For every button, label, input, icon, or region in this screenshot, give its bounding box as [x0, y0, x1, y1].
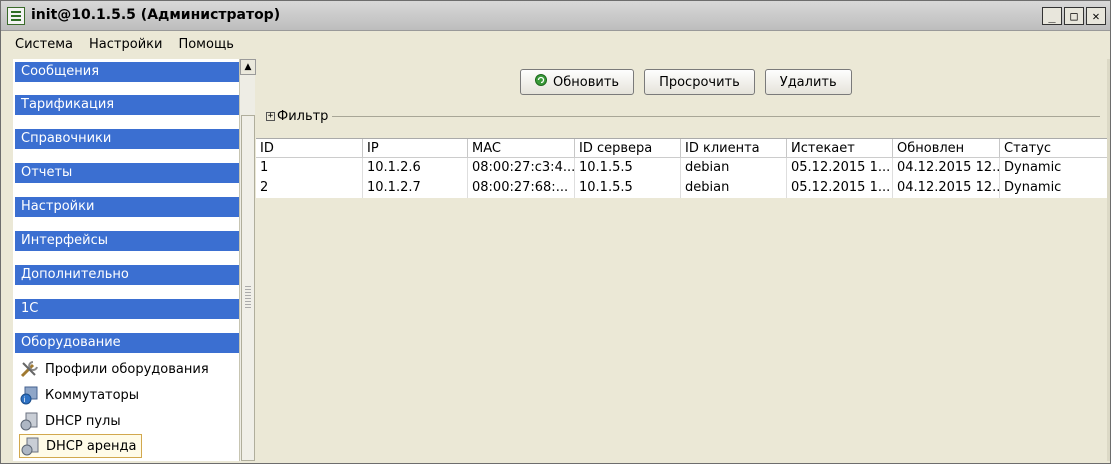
navigation-panel: Сообщения Тарификация Справочники Отчеты…: [13, 59, 239, 461]
cell-client-id: debian: [681, 158, 787, 178]
refresh-icon: [535, 74, 547, 90]
menu-bar: Система Настройки Помощь: [1, 32, 1110, 56]
filter-toggle[interactable]: + Фильтр: [266, 109, 328, 124]
expand-icon: +: [266, 111, 275, 121]
svg-text:i: i: [24, 396, 26, 404]
delete-label: Удалить: [779, 74, 837, 90]
section-1c[interactable]: 1С: [15, 299, 239, 319]
sidebar-item-dhcp-lease[interactable]: DHCP аренда: [19, 434, 142, 458]
navigation-scrollbar[interactable]: ▲: [239, 59, 256, 461]
toolbar: Обновить Просрочить Удалить: [520, 69, 852, 95]
refresh-label: Обновить: [553, 74, 620, 90]
section-additional[interactable]: Дополнительно: [15, 265, 239, 285]
column-header-ip[interactable]: IP: [363, 139, 468, 157]
sidebar-item-equipment-profiles[interactable]: Профили оборудования: [19, 357, 213, 381]
cell-client-id: debian: [681, 178, 787, 198]
section-interfaces[interactable]: Интерфейсы: [15, 231, 239, 251]
section-messages[interactable]: Сообщения: [15, 62, 239, 82]
cell-expires: 05.12.2015 1...: [787, 158, 893, 178]
main-content: Обновить Просрочить Удалить + Фильтр ID …: [256, 59, 1110, 461]
column-header-id[interactable]: ID: [256, 139, 363, 157]
cell-server-id: 10.1.5.5: [575, 158, 681, 178]
maximize-icon: □: [1070, 9, 1078, 23]
cell-status: Dynamic: [1000, 158, 1110, 178]
switch-icon: i: [19, 385, 41, 405]
close-button[interactable]: ✕: [1086, 7, 1106, 25]
lease-table: ID IP MAC ID сервера ID клиента Истекает…: [256, 138, 1110, 198]
cell-id: 2: [256, 178, 363, 198]
dhcp-pool-icon: [19, 411, 41, 431]
arrow-up-icon: ▲: [244, 62, 252, 72]
cell-mac: 08:00:27:68:...: [468, 178, 575, 198]
table-header: ID IP MAC ID сервера ID клиента Истекает…: [256, 138, 1110, 158]
close-icon: ✕: [1092, 9, 1100, 23]
delete-button[interactable]: Удалить: [764, 69, 852, 95]
cell-ip: 10.1.2.6: [363, 158, 468, 178]
tools-icon: [19, 359, 41, 379]
table-row[interactable]: 2 10.1.2.7 08:00:27:68:... 10.1.5.5 debi…: [256, 178, 1110, 198]
sidebar-item-label: DHCP аренда: [46, 438, 137, 454]
column-header-updated[interactable]: Обновлен: [893, 139, 1000, 157]
menu-help[interactable]: Помощь: [170, 37, 241, 52]
section-equipment[interactable]: Оборудование: [15, 333, 239, 353]
content-edge: [1107, 59, 1110, 461]
filter-label: Фильтр: [277, 109, 329, 124]
cell-mac: 08:00:27:c3:4...: [468, 158, 575, 178]
cell-ip: 10.1.2.7: [363, 178, 468, 198]
grip-icon: [245, 286, 251, 308]
filter-divider: [332, 116, 1100, 117]
sidebar-item-switches[interactable]: i Коммутаторы: [19, 383, 143, 407]
minimize-icon: _: [1048, 9, 1056, 23]
section-reports[interactable]: Отчеты: [15, 163, 239, 183]
section-references[interactable]: Справочники: [15, 129, 239, 149]
sidebar-item-label: Коммутаторы: [45, 387, 140, 403]
cell-updated: 04.12.2015 12...: [893, 158, 1000, 178]
section-settings[interactable]: Настройки: [15, 197, 239, 217]
column-header-client-id[interactable]: ID клиента: [681, 139, 787, 157]
sidebar-item-dhcp-pools[interactable]: DHCP пулы: [19, 409, 125, 433]
cell-expires: 05.12.2015 1...: [787, 178, 893, 198]
column-header-mac[interactable]: MAC: [468, 139, 575, 157]
cell-status: Dynamic: [1000, 178, 1110, 198]
table-row[interactable]: 1 10.1.2.6 08:00:27:c3:4... 10.1.5.5 deb…: [256, 158, 1110, 178]
expire-button[interactable]: Просрочить: [644, 69, 755, 95]
scroll-thumb[interactable]: [241, 115, 255, 461]
app-window: init@10.1.5.5 (Администратор) _ □ ✕ Сист…: [0, 0, 1111, 464]
title-bar[interactable]: init@10.1.5.5 (Администратор) _ □ ✕: [1, 1, 1110, 31]
sidebar-item-label: Профили оборудования: [45, 361, 209, 377]
sidebar-item-label: DHCP пулы: [45, 413, 121, 429]
app-icon: [7, 7, 25, 25]
scroll-up-button[interactable]: ▲: [240, 59, 256, 75]
column-header-expires[interactable]: Истекает: [787, 139, 893, 157]
menu-settings[interactable]: Настройки: [81, 37, 170, 52]
refresh-button[interactable]: Обновить: [520, 69, 635, 95]
minimize-button[interactable]: _: [1042, 7, 1062, 25]
cell-updated: 04.12.2015 12...: [893, 178, 1000, 198]
dhcp-lease-icon: [20, 436, 42, 456]
cell-server-id: 10.1.5.5: [575, 178, 681, 198]
menu-system[interactable]: Система: [7, 37, 81, 52]
window-title: init@10.1.5.5 (Администратор): [31, 7, 281, 23]
cell-id: 1: [256, 158, 363, 178]
column-header-status[interactable]: Статус: [1000, 139, 1110, 157]
section-billing[interactable]: Тарификация: [15, 95, 239, 115]
maximize-button[interactable]: □: [1064, 7, 1084, 25]
column-header-server-id[interactable]: ID сервера: [575, 139, 681, 157]
expire-label: Просрочить: [659, 74, 740, 90]
